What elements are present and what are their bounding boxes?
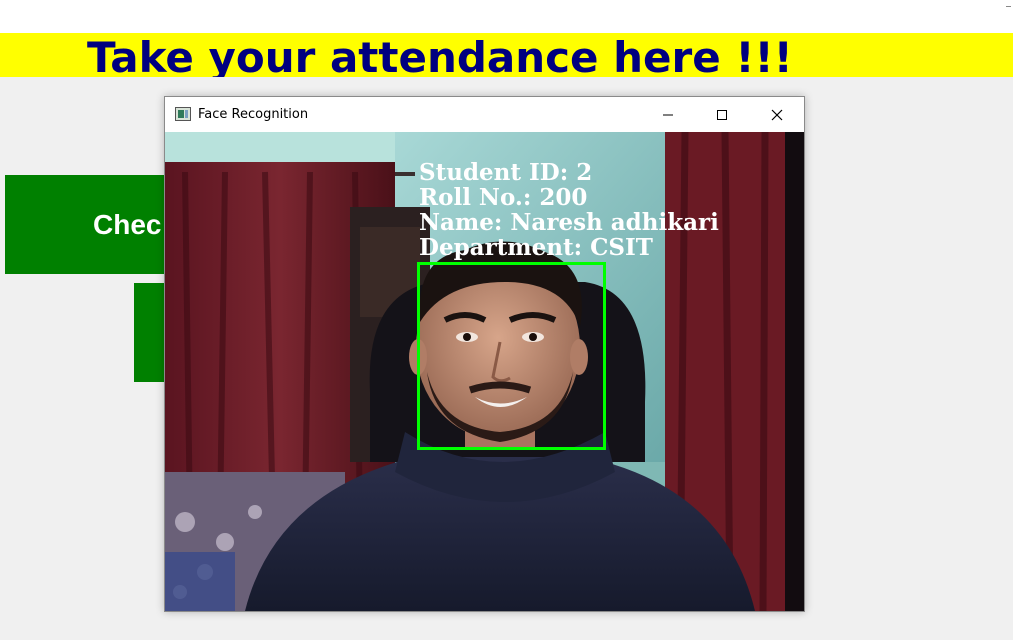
app-icon [175, 107, 191, 121]
face-recognition-window[interactable]: Face Recognition Student ID: 2 Roll No.:… [164, 96, 805, 612]
minimize-icon [663, 114, 673, 116]
student-name-label: Name: Naresh adhikari [419, 209, 719, 236]
close-icon [771, 109, 783, 121]
webcam-feed: Student ID: 2 Roll No.: 200 Name: Naresh… [165, 132, 804, 611]
top-strip [0, 0, 1013, 33]
maximize-icon [717, 110, 727, 120]
check-button-label: Chec [93, 208, 162, 240]
top-right-dash [1006, 6, 1011, 7]
roll-no-label: Roll No.: 200 [419, 184, 588, 211]
student-id-label: Student ID: 2 [419, 159, 593, 186]
department-label: Department: CSIT [419, 234, 653, 261]
attendance-banner: Take your attendance here !!! [0, 33, 1013, 77]
page-title: Take your attendance here !!! [87, 33, 793, 77]
minimize-button[interactable] [645, 97, 691, 132]
window-titlebar[interactable]: Face Recognition [165, 97, 804, 132]
close-button[interactable] [754, 97, 800, 132]
window-title: Face Recognition [198, 107, 309, 122]
maximize-button[interactable] [699, 97, 745, 132]
face-detection-box [417, 262, 606, 450]
